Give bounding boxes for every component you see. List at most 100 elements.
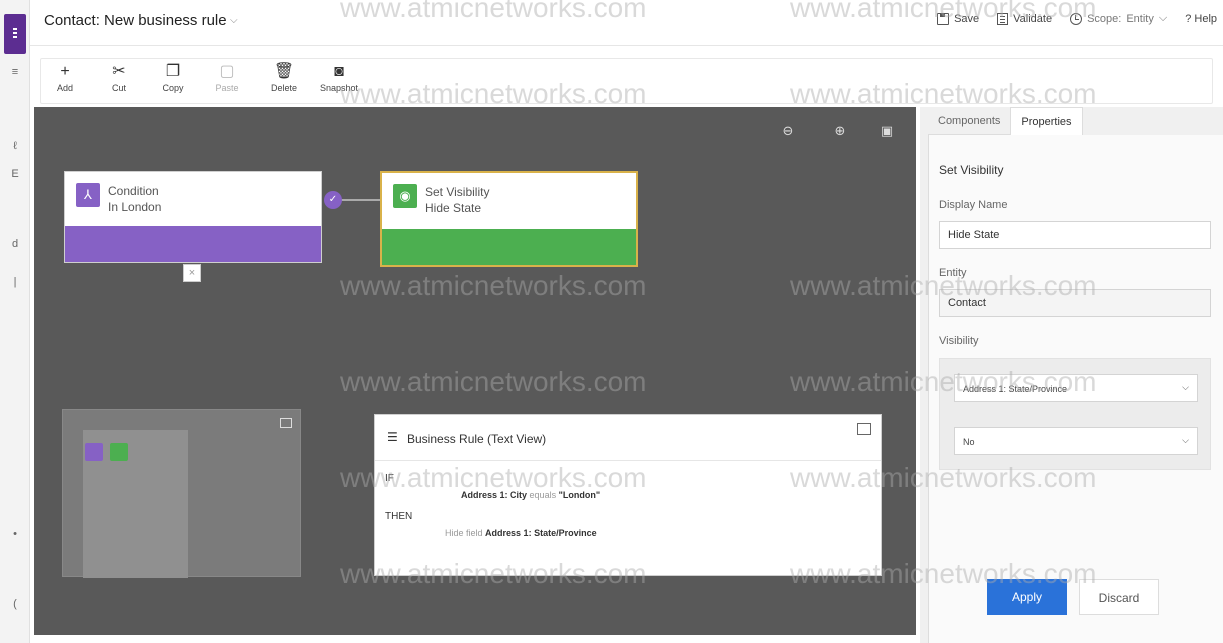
- node-header: ⅄ Condition In London: [65, 172, 321, 228]
- zoom-out-icon[interactable]: ⊖: [780, 123, 796, 139]
- chevron-down-icon: ⌵: [1182, 382, 1189, 392]
- nav-item-icon[interactable]: ℓ: [6, 140, 24, 152]
- node-subtitle: In London: [108, 200, 162, 214]
- tab-components[interactable]: Components: [928, 107, 1011, 135]
- app-launcher-icon[interactable]: [4, 14, 26, 54]
- apply-button[interactable]: Apply: [987, 579, 1067, 615]
- paste-label: Paste: [215, 83, 239, 93]
- if-label: IF: [385, 473, 394, 484]
- panel-tabs: Components Properties: [928, 107, 1083, 135]
- display-name-label: Display Name: [939, 199, 1008, 211]
- text-view-title: Business Rule (Text View): [407, 432, 547, 446]
- trash-icon: 🗑: [273, 63, 295, 80]
- entity-label: Entity: [939, 267, 967, 279]
- nav-item-icon[interactable]: (: [6, 598, 24, 610]
- chevron-down-icon[interactable]: ⌵: [230, 15, 238, 26]
- properties-panel: Components Properties Set Visibility Dis…: [920, 107, 1223, 643]
- clock-icon: [1070, 12, 1083, 25]
- clipboard-icon: ▢: [219, 63, 235, 80]
- visibility-label: Visibility: [939, 335, 979, 347]
- save-button[interactable]: Save: [937, 12, 980, 25]
- condition-field: Address 1: City: [461, 490, 528, 500]
- visibility-value: No: [963, 437, 975, 447]
- camera-icon: ◙: [334, 63, 344, 80]
- nav-item-icon[interactable]: E: [6, 168, 24, 180]
- help-button[interactable]: ? Help: [1185, 13, 1217, 25]
- save-label: Save: [954, 12, 980, 25]
- section-title: Set Visibility: [939, 163, 1004, 177]
- then-label: THEN: [385, 511, 413, 522]
- action-verb: Hide field: [445, 528, 483, 538]
- display-name-field[interactable]: Hide State: [939, 221, 1211, 249]
- condition-value: "London": [558, 490, 601, 500]
- check-icon: ✓: [324, 191, 342, 209]
- node-color-bar: [65, 226, 321, 262]
- scope-dropdown[interactable]: Scope: Entity ⌵: [1070, 12, 1167, 25]
- properties-body: Set Visibility Display Name Hide State E…: [928, 135, 1223, 643]
- node-connector: [338, 199, 380, 201]
- minimap-action-node: [110, 443, 128, 461]
- copy-label: Copy: [162, 83, 184, 93]
- action-text: Hide field Address 1: State/Province: [445, 528, 597, 538]
- text-view-panel: ☰ Business Rule (Text View) IF Address 1…: [374, 414, 882, 576]
- text-view-icon: ☰: [387, 430, 398, 444]
- scissors-icon: ✂: [112, 63, 126, 80]
- page-title: Contact: New business rule: [44, 12, 227, 29]
- top-actions: Save Validate Scope: Entity ⌵ ? Help: [937, 12, 1217, 25]
- text-view-header: ☰ Business Rule (Text View): [375, 415, 881, 461]
- snapshot-button[interactable]: ◙ Snapshot: [317, 61, 361, 93]
- node-title: Condition: [108, 184, 159, 198]
- cut-button[interactable]: ✂ Cut: [97, 61, 141, 93]
- copy-icon: ❐: [165, 63, 181, 80]
- zoom-in-icon[interactable]: ⊕: [832, 123, 848, 139]
- node-subtitle: Hide State: [425, 201, 482, 215]
- left-nav-rail: ≡ ℓ E d | • (: [0, 0, 30, 643]
- nav-item-icon[interactable]: d: [6, 238, 24, 250]
- visibility-field-select[interactable]: Address 1: State/Province ⌵: [954, 374, 1198, 402]
- node-color-bar: [382, 229, 636, 265]
- node-title: Set Visibility: [425, 185, 490, 199]
- condition-text: Address 1: City equals "London": [461, 490, 600, 500]
- designer-toolbar: + Add ✂ Cut ❐ Copy ▢ Paste 🗑 Delete ◙ Sn…: [40, 58, 1213, 104]
- add-label: Add: [56, 83, 73, 93]
- minimap[interactable]: [62, 409, 301, 578]
- delete-button[interactable]: 🗑 Delete: [262, 61, 306, 93]
- nav-menu-icon[interactable]: ≡: [6, 66, 24, 78]
- save-icon: [937, 12, 950, 25]
- paste-button[interactable]: ▢ Paste: [205, 61, 249, 93]
- expand-icon[interactable]: [857, 423, 871, 435]
- visibility-value-select[interactable]: No ⌵: [954, 427, 1198, 455]
- designer-canvas[interactable]: ⊖ ⊕ ▣ ⅄ Condition In London × ✓ ◉ Set Vi…: [34, 107, 916, 635]
- condition-icon: ⅄: [76, 183, 100, 207]
- nav-item-icon[interactable]: |: [6, 276, 24, 288]
- command-bar: Contact: New business rule ⌵ Save Valida…: [30, 0, 1223, 46]
- help-label: ? Help: [1185, 12, 1217, 25]
- validate-button[interactable]: Validate: [997, 12, 1053, 25]
- fit-to-screen-icon[interactable]: ▣: [879, 123, 895, 139]
- scope-value: Entity: [1126, 12, 1154, 25]
- expand-icon[interactable]: [280, 418, 292, 428]
- eye-icon: ◉: [393, 184, 417, 208]
- chevron-down-icon: ⌵: [1158, 12, 1168, 24]
- tab-properties[interactable]: Properties: [1010, 107, 1083, 135]
- nav-item-icon[interactable]: •: [6, 528, 24, 540]
- add-button[interactable]: + Add: [43, 61, 87, 93]
- condition-node[interactable]: ⅄ Condition In London: [64, 171, 322, 263]
- plus-icon: +: [60, 63, 70, 80]
- set-visibility-node[interactable]: ◉ Set Visibility Hide State: [380, 171, 638, 267]
- action-field: Address 1: State/Province: [485, 528, 597, 538]
- delete-label: Delete: [270, 83, 297, 93]
- minimap-condition-node: [85, 443, 103, 461]
- snapshot-label: Snapshot: [319, 83, 359, 93]
- condition-operator: equals: [529, 490, 557, 500]
- visibility-field-value: Address 1: State/Province: [963, 384, 1068, 394]
- scope-label: Scope:: [1087, 12, 1122, 25]
- cut-label: Cut: [111, 83, 126, 93]
- discard-button[interactable]: Discard: [1079, 579, 1159, 615]
- validate-label: Validate: [1013, 12, 1053, 25]
- chevron-down-icon: ⌵: [1182, 435, 1189, 445]
- close-icon[interactable]: ×: [183, 264, 201, 282]
- entity-field: Contact: [939, 289, 1211, 317]
- node-header: ◉ Set Visibility Hide State: [382, 173, 636, 229]
- copy-button[interactable]: ❐ Copy: [151, 61, 195, 93]
